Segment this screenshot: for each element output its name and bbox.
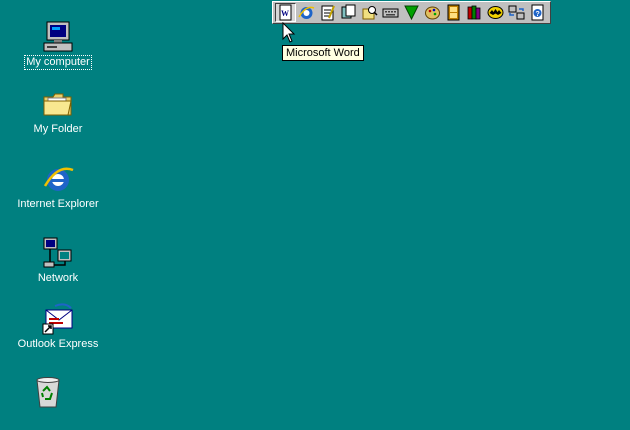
- mouse-cursor-icon: [282, 22, 296, 43]
- internet-explorer-icon: [43, 167, 74, 191]
- quick-launch-copy-button[interactable]: [338, 3, 359, 22]
- quick-launch-help-button[interactable]: ?: [527, 3, 548, 22]
- desktop-icon-internet-explorer[interactable]: Internet Explorer: [13, 162, 103, 211]
- desktop-icon-recycle-bin[interactable]: [3, 375, 93, 423]
- word-document-icon: W: [279, 4, 292, 21]
- desktop-icon-label: My computer: [24, 55, 92, 70]
- quick-launch-books-button[interactable]: [464, 3, 485, 22]
- quick-launch-keyboard-button[interactable]: [380, 3, 401, 22]
- quick-launch-word-button[interactable]: W: [275, 3, 296, 22]
- quick-launch-ie-button[interactable]: [296, 3, 317, 22]
- quick-launch-bat-button[interactable]: [485, 3, 506, 22]
- desktop-icon-label: My Folder: [33, 123, 83, 135]
- bat-icon: [487, 6, 504, 19]
- svg-text:W: W: [281, 9, 289, 18]
- help-icon: ?: [531, 4, 544, 21]
- copy-icon: [341, 4, 356, 19]
- desktop-icon-label: Internet Explorer: [17, 198, 99, 210]
- paint-icon: [425, 6, 440, 20]
- keyboard-icon: [382, 8, 399, 18]
- desktop-icon-label: Outlook Express: [17, 338, 99, 350]
- svg-text:?: ?: [536, 11, 540, 18]
- tooltip: Microsoft Word: [282, 45, 364, 61]
- desktop-icon-network[interactable]: Network: [13, 236, 103, 285]
- quick-launch-film-button[interactable]: [443, 3, 464, 22]
- computer-icon: [43, 21, 73, 52]
- desktop-icon-my-folder[interactable]: My Folder: [13, 87, 103, 136]
- find-icon: [362, 6, 378, 20]
- network-transfer-icon: [508, 5, 525, 20]
- desktop-icon-outlook-express[interactable]: Outlook Express: [13, 302, 103, 351]
- quick-launch-find-button[interactable]: [359, 3, 380, 22]
- recycle-bin-icon: [36, 377, 60, 408]
- film-icon: [447, 4, 460, 21]
- notepad-icon: [321, 5, 335, 21]
- quick-launch-network-transfer-button[interactable]: [506, 3, 527, 22]
- quick-launch-paint-button[interactable]: [422, 3, 443, 22]
- green-arrow-icon: [404, 5, 419, 21]
- folder-icon: [43, 93, 72, 116]
- quick-launch-notepad-button[interactable]: [317, 3, 338, 22]
- outlook-express-icon: [42, 303, 73, 335]
- books-icon: [467, 5, 481, 20]
- quick-launch-green-arrow-button[interactable]: [401, 3, 422, 22]
- network-icon: [43, 237, 72, 268]
- desktop-icon-my-computer[interactable]: My computer: [13, 20, 103, 70]
- desktop-icon-label: Network: [37, 272, 79, 284]
- internet-explorer-small-icon: [298, 6, 315, 19]
- quick-launch-toolbar: W ?: [272, 1, 551, 24]
